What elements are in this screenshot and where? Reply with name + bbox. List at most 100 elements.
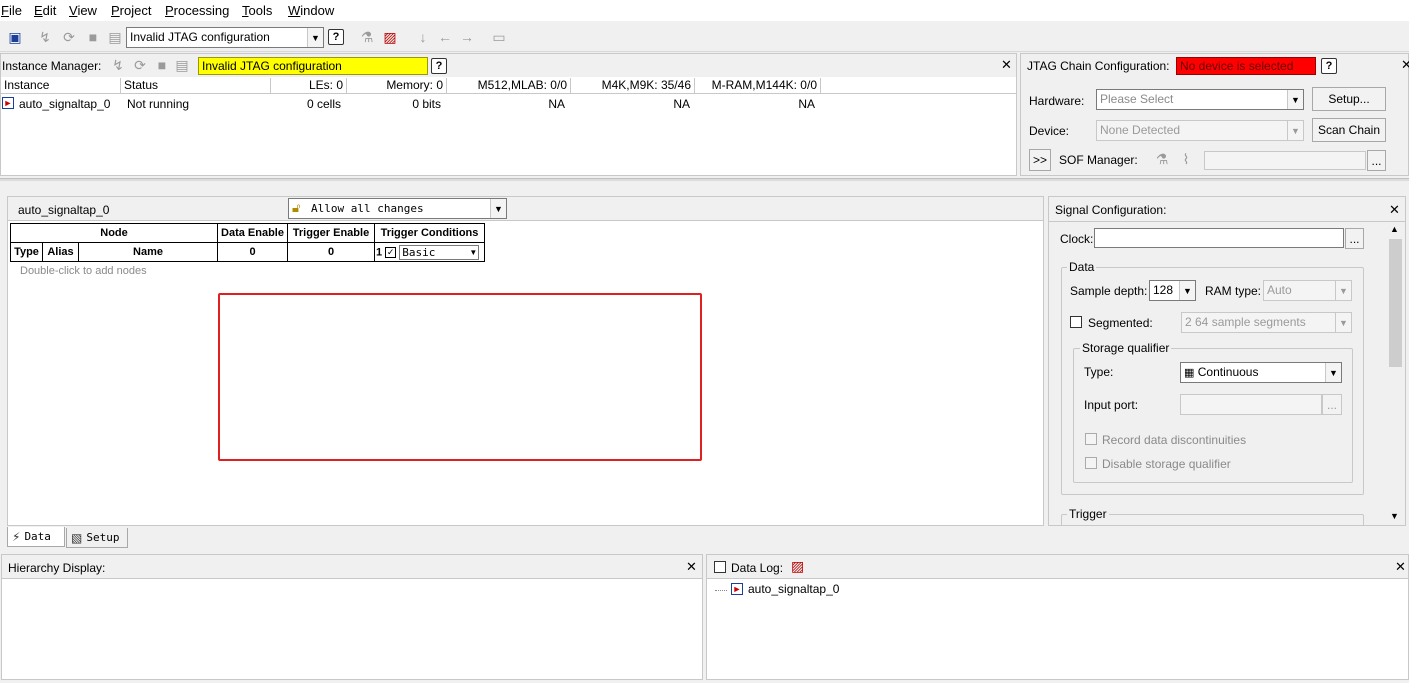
save-window-icon[interactable]: ▣ bbox=[6, 28, 24, 46]
attach-icon[interactable]: ⌇ bbox=[1177, 150, 1195, 168]
list-item[interactable]: ► auto_signaltap_0 bbox=[715, 582, 1409, 600]
run-analysis-icon[interactable]: ⟳ bbox=[131, 56, 149, 74]
data-log-icon[interactable]: ▨ bbox=[381, 28, 399, 46]
close-icon[interactable]: ✕ bbox=[1395, 559, 1406, 575]
jtag-status-text: No device is selected bbox=[1180, 59, 1294, 73]
header-trigger-enable[interactable]: Trigger Enable bbox=[287, 223, 375, 243]
help-icon[interactable]: ? bbox=[328, 29, 344, 45]
menu-processing[interactable]: Processing bbox=[165, 3, 229, 18]
storage-type-select[interactable]: ▦ Continuous ▼ bbox=[1180, 362, 1342, 383]
header-name[interactable]: Name bbox=[78, 242, 218, 262]
column-m512[interactable]: M512,MLAB: 0/0 bbox=[447, 78, 571, 93]
instance-les: 0 cells bbox=[306, 97, 341, 111]
forward-icon[interactable]: → bbox=[458, 28, 476, 46]
segments-select[interactable]: 2 64 sample segments ▼ bbox=[1181, 312, 1352, 333]
help-icon[interactable]: ? bbox=[431, 58, 447, 74]
program-device-icon[interactable]: ⚗ bbox=[1153, 150, 1171, 168]
sof-file-field[interactable] bbox=[1204, 151, 1366, 170]
menu-window[interactable]: Window bbox=[288, 3, 334, 18]
clock-label: Clock: bbox=[1060, 232, 1094, 246]
chevron-down-icon: ▼ bbox=[1325, 363, 1341, 382]
scrollbar[interactable]: ▲ ▼ bbox=[1387, 223, 1404, 525]
device-select[interactable]: None Detected ▼ bbox=[1096, 120, 1304, 141]
ram-type-select[interactable]: Auto ▼ bbox=[1263, 280, 1352, 301]
header-trigger-conditions[interactable]: Trigger Conditions bbox=[374, 223, 485, 243]
header-type[interactable]: Type bbox=[10, 242, 43, 262]
setup-button[interactable]: Setup... bbox=[1312, 87, 1386, 111]
chevron-down-icon: ▼ bbox=[1335, 281, 1351, 300]
stop-icon[interactable]: ■ bbox=[153, 56, 171, 74]
tree-connector bbox=[715, 590, 727, 591]
jtag-chain-panel: JTAG Chain Configuration: No device is s… bbox=[1020, 53, 1409, 176]
clock-field[interactable] bbox=[1094, 228, 1344, 248]
lock-mode-select[interactable]: 🔓︎ Allow all changes ▼ bbox=[288, 198, 507, 219]
close-icon[interactable]: ✕ bbox=[1401, 57, 1409, 73]
column-status[interactable]: Status bbox=[121, 78, 271, 93]
main-toolbar: ▣ ↯ ⟳ ■ ▤ Invalid JTAG configuration ▼ ?… bbox=[0, 22, 1409, 52]
chevron-down-icon: ▼ bbox=[490, 199, 506, 218]
input-port-browse-button[interactable]: ... bbox=[1322, 394, 1342, 415]
table-row[interactable]: ► auto_signaltap_0 Not running 0 cells 0… bbox=[1, 95, 1016, 112]
menu-tools[interactable]: Tools bbox=[242, 3, 272, 18]
sample-depth-select[interactable]: 128 ▼ bbox=[1149, 280, 1196, 301]
trigger-condition-checkbox[interactable]: ✓ bbox=[385, 246, 397, 258]
column-les[interactable]: LEs: 0 bbox=[271, 78, 347, 93]
scrollbar-thumb[interactable] bbox=[1389, 239, 1402, 367]
menu-view[interactable]: View bbox=[69, 3, 97, 18]
expand-button[interactable]: >> bbox=[1029, 149, 1051, 171]
data-log-icon[interactable]: ▨ bbox=[791, 558, 804, 575]
storage-type-value: Continuous bbox=[1197, 365, 1259, 379]
close-icon[interactable]: ✕ bbox=[1389, 202, 1400, 218]
download-icon[interactable]: ↓ bbox=[414, 28, 432, 46]
column-m4k[interactable]: M4K,M9K: 35/46 bbox=[571, 78, 695, 93]
header-data-enable[interactable]: Data Enable bbox=[217, 223, 288, 243]
sof-browse-button[interactable]: ... bbox=[1367, 150, 1386, 171]
read-data-icon[interactable]: ▤ bbox=[106, 28, 124, 46]
autorun-icon[interactable]: ↯ bbox=[109, 56, 127, 74]
tab-setup[interactable]: ▧ Setup bbox=[66, 528, 128, 548]
highlight-rectangle bbox=[218, 293, 702, 461]
disable-storage-qualifier-label: Disable storage qualifier bbox=[1102, 457, 1231, 471]
device-value: None Detected bbox=[1100, 123, 1181, 137]
menu-project[interactable]: Project bbox=[111, 3, 151, 18]
tab-data[interactable]: ⚡ Data bbox=[7, 527, 65, 547]
menu-edit[interactable]: Edit bbox=[34, 3, 56, 18]
hardware-select[interactable]: Please Select ▼ bbox=[1096, 89, 1304, 110]
storage-type-label: Type: bbox=[1084, 365, 1114, 379]
close-icon[interactable]: ✕ bbox=[686, 559, 697, 575]
column-memory[interactable]: Memory: 0 bbox=[347, 78, 447, 93]
column-mram[interactable]: M-RAM,M144K: 0/0 bbox=[695, 78, 821, 93]
input-port-field[interactable] bbox=[1180, 394, 1322, 415]
stop-icon[interactable]: ■ bbox=[84, 28, 102, 46]
read-data-icon[interactable]: ▤ bbox=[173, 56, 191, 74]
instance-m512: NA bbox=[548, 97, 565, 111]
menu-file[interactable]: File bbox=[1, 3, 22, 18]
add-nodes-hint: Double-click to add nodes bbox=[20, 265, 147, 277]
splitter[interactable] bbox=[0, 178, 1409, 181]
input-port-label: Input port: bbox=[1084, 398, 1139, 412]
trigger-group-title: Trigger bbox=[1067, 507, 1109, 521]
header-node[interactable]: Node bbox=[10, 223, 218, 243]
scan-chain-button[interactable]: Scan Chain bbox=[1312, 118, 1386, 142]
data-log-checkbox[interactable] bbox=[714, 561, 726, 573]
trigger-type-select[interactable]: Basic ▼ bbox=[399, 244, 480, 260]
trigger-condition-cell: 1 ✓ Basic ▼ bbox=[374, 242, 485, 262]
record-discontinuities-checkbox[interactable] bbox=[1085, 433, 1097, 445]
back-icon[interactable]: ← bbox=[436, 28, 454, 46]
window-icon[interactable]: ▭ bbox=[490, 28, 508, 46]
clock-browse-button[interactable]: ... bbox=[1345, 228, 1364, 249]
scroll-up-icon[interactable]: ▲ bbox=[1390, 224, 1399, 234]
column-instance[interactable]: Instance bbox=[1, 78, 121, 93]
autorun-icon[interactable]: ↯ bbox=[36, 28, 54, 46]
instance-status: Not running bbox=[127, 97, 190, 111]
run-analysis-icon[interactable]: ⟳ bbox=[60, 28, 78, 46]
segmented-checkbox[interactable] bbox=[1070, 316, 1082, 328]
scroll-down-icon[interactable]: ▼ bbox=[1390, 511, 1399, 521]
program-device-icon[interactable]: ⚗ bbox=[358, 28, 376, 46]
close-icon[interactable]: ✕ bbox=[1001, 57, 1012, 73]
disable-storage-qualifier-checkbox[interactable] bbox=[1085, 457, 1097, 469]
help-icon[interactable]: ? bbox=[1321, 58, 1337, 74]
jtag-config-select[interactable]: Invalid JTAG configuration ▼ bbox=[126, 27, 324, 48]
header-alias[interactable]: Alias bbox=[42, 242, 79, 262]
setup-tab-icon: ▧ bbox=[71, 530, 83, 545]
